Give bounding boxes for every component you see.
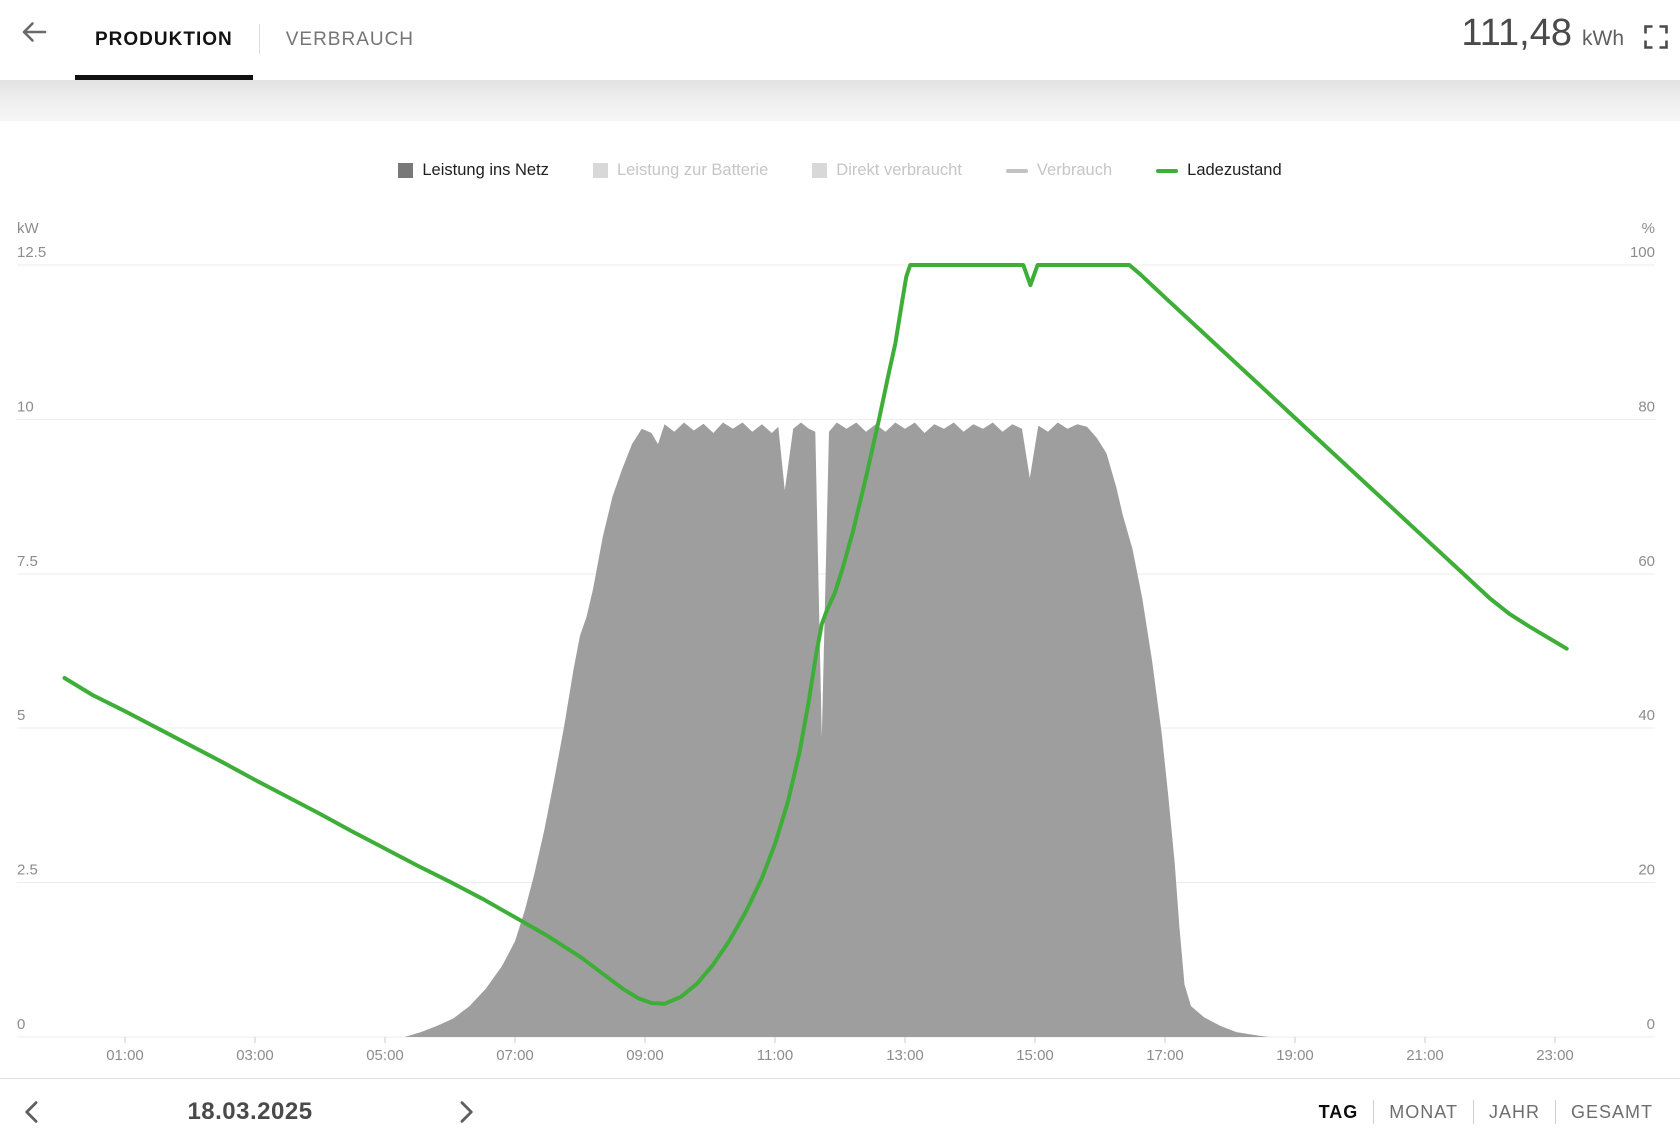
x-tick-label: 01:00: [106, 1047, 144, 1064]
tab-verbrauch[interactable]: VERBRAUCH: [266, 0, 434, 80]
legend-label: Direkt verbraucht: [836, 161, 962, 180]
footer: 18.03.2025 TAG MONAT JAHR GESAMT: [0, 1078, 1680, 1145]
tab-verbrauch-label: VERBRAUCH: [286, 29, 414, 51]
date-label[interactable]: 18.03.2025: [140, 1079, 360, 1145]
x-tick-label: 13:00: [886, 1047, 924, 1064]
view-monat[interactable]: MONAT: [1374, 1102, 1473, 1123]
x-tick-label: 05:00: [366, 1047, 404, 1064]
x-tick-label: 11:00: [757, 1047, 793, 1064]
view-tag[interactable]: TAG: [1304, 1102, 1374, 1123]
x-tick-label: 21:00: [1406, 1047, 1444, 1064]
total-unit: kWh: [1582, 27, 1624, 51]
tab-produktion[interactable]: PRODUKTION: [75, 0, 253, 80]
left-axis-unit: kW: [17, 220, 40, 237]
x-tick-label: 03:00: [236, 1047, 274, 1064]
legend-item-leistung-zur-batterie[interactable]: Leistung zur Batterie: [593, 161, 768, 180]
left-axis-tick-label: 7.5: [17, 553, 38, 570]
tab-divider: [259, 24, 260, 54]
arrow-left-icon: [19, 17, 49, 47]
legend-label: Leistung zur Batterie: [617, 161, 768, 180]
view-jahr[interactable]: JAHR: [1474, 1102, 1555, 1123]
header: PRODUKTION VERBRAUCH 111,48 kWh: [0, 0, 1680, 80]
right-axis-tick-label: 40: [1638, 707, 1655, 724]
view-gesamt[interactable]: GESAMT: [1556, 1102, 1668, 1123]
legend-item-leistung-ins-netz[interactable]: Leistung ins Netz: [398, 161, 549, 180]
left-axis-tick-label: 12.5: [17, 244, 46, 261]
active-tab-underline: [75, 75, 253, 80]
legend-swatch-leistung-ins-netz: [398, 163, 413, 178]
legend-swatch-leistung-zur-batterie: [593, 163, 608, 178]
right-axis-tick-label: 0: [1647, 1016, 1655, 1033]
tab-bar: PRODUKTION VERBRAUCH: [75, 0, 434, 80]
legend-swatch-ladezustand: [1156, 169, 1178, 173]
legend-item-direkt-verbraucht[interactable]: Direkt verbraucht: [812, 161, 962, 180]
header-shadow-band: [0, 80, 1680, 121]
fullscreen-button[interactable]: [1640, 21, 1672, 53]
chevron-left-icon: [18, 1098, 46, 1126]
x-tick-label: 19:00: [1276, 1047, 1314, 1064]
legend-label: Verbrauch: [1037, 161, 1112, 180]
area-leistung-ins-netz: [405, 423, 1270, 1038]
legend-label: Ladezustand: [1187, 161, 1282, 180]
prev-day-button[interactable]: [18, 1098, 46, 1126]
right-axis-tick-label: 60: [1638, 553, 1655, 570]
left-axis-tick-label: 5: [17, 707, 25, 724]
chevron-right-icon: [452, 1098, 480, 1126]
right-axis-tick-label: 100: [1630, 244, 1655, 261]
total-value: 111,48: [1461, 12, 1572, 55]
left-axis-tick-label: 2.5: [17, 862, 38, 879]
legend-item-ladezustand[interactable]: Ladezustand: [1156, 161, 1282, 180]
x-tick-label: 23:00: [1536, 1047, 1574, 1064]
chart-legend: Leistung ins Netz Leistung zur Batterie Di…: [0, 161, 1680, 180]
left-axis-tick-label: 10: [17, 398, 34, 415]
left-axis-tick-label: 0: [17, 1016, 25, 1033]
right-axis-unit: %: [1642, 220, 1655, 237]
x-tick-label: 09:00: [626, 1047, 664, 1064]
tab-produktion-label: PRODUKTION: [95, 29, 233, 51]
right-axis-tick-label: 20: [1638, 862, 1655, 879]
x-tick-label: 15:00: [1016, 1047, 1054, 1064]
legend-label: Leistung ins Netz: [422, 161, 549, 180]
total-energy: 111,48 kWh: [1461, 12, 1624, 55]
x-tick-label: 17:00: [1146, 1047, 1184, 1064]
legend-swatch-direkt-verbraucht: [812, 163, 827, 178]
legend-item-verbrauch[interactable]: Verbrauch: [1006, 161, 1112, 180]
x-tick-label: 07:00: [496, 1047, 534, 1064]
view-switcher: TAG MONAT JAHR GESAMT: [1304, 1079, 1668, 1145]
next-day-button[interactable]: [452, 1098, 480, 1126]
fullscreen-icon: [1642, 23, 1670, 51]
right-axis-tick-label: 80: [1638, 398, 1655, 415]
back-button[interactable]: [16, 14, 52, 50]
legend-swatch-verbrauch: [1006, 169, 1028, 173]
